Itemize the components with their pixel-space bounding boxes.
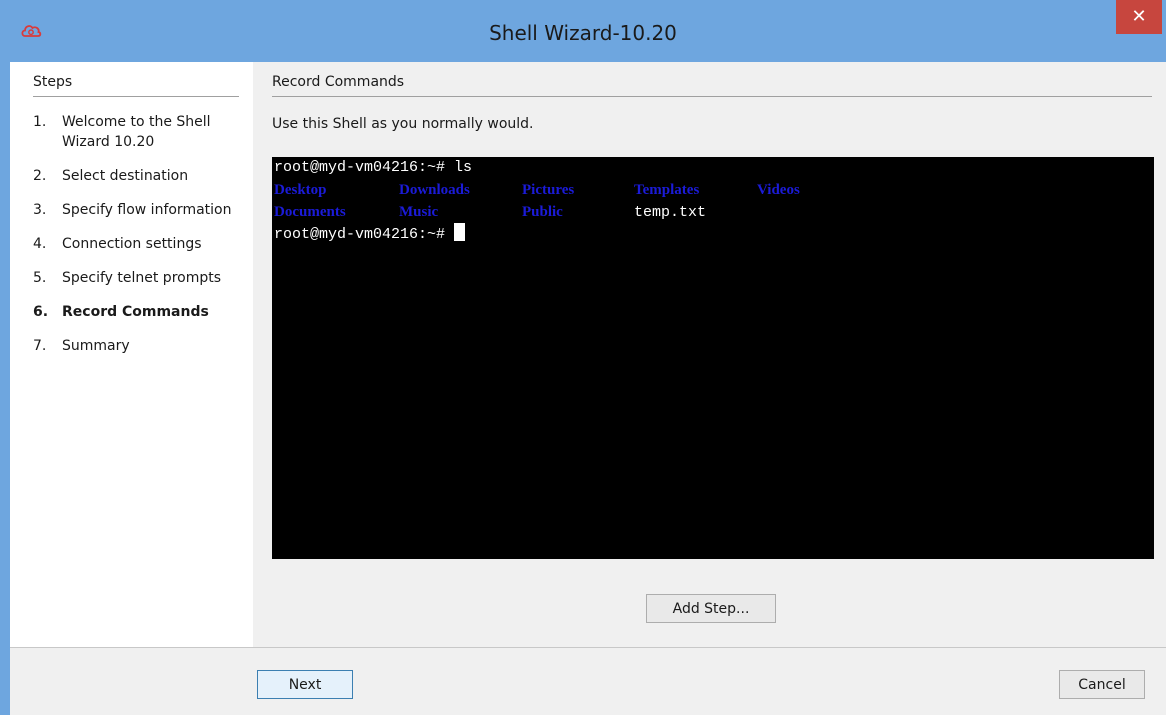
step-label: Record Commands bbox=[62, 304, 209, 320]
step-label: Select destination bbox=[62, 168, 189, 184]
close-button[interactable]: ✕ bbox=[1116, 0, 1162, 34]
shell-terminal[interactable]: root@myd-vm04216:~# ls Desktop Downloads P… bbox=[272, 157, 1154, 559]
steps-list: 1. Welcome to the Shell Wizard 10.20 2. … bbox=[33, 112, 253, 370]
step-number: 1. bbox=[33, 114, 47, 130]
wizard-window: Shell Wizard-10.20 ✕ Steps 1. Welcome to… bbox=[0, 0, 1166, 715]
instruction-text: Use this Shell as you normally would. bbox=[272, 116, 534, 132]
terminal-cursor bbox=[454, 223, 466, 241]
terminal-output-row: Desktop Downloads Pictures Templates Videos bbox=[274, 179, 1152, 201]
wizard-footer: Next Cancel bbox=[10, 647, 1166, 715]
next-button[interactable]: Next bbox=[257, 670, 353, 699]
step-number: 3. bbox=[33, 202, 47, 218]
step-item-select-destination: 2. Select destination bbox=[33, 166, 253, 186]
dir-entry: Videos bbox=[757, 182, 800, 198]
step-number: 6. bbox=[33, 304, 49, 320]
dir-entry: Documents bbox=[274, 204, 346, 220]
step-item-welcome: 1. Welcome to the Shell Wizard 10.20 bbox=[33, 112, 253, 152]
dir-entry: Public bbox=[522, 204, 563, 220]
step-number: 5. bbox=[33, 270, 47, 286]
cancel-button[interactable]: Cancel bbox=[1059, 670, 1145, 699]
step-item-summary: 7. Summary bbox=[33, 336, 253, 356]
step-number: 7. bbox=[33, 338, 47, 354]
file-entry: temp.txt bbox=[634, 204, 707, 221]
dir-entry: Pictures bbox=[522, 182, 575, 198]
steps-header: Steps bbox=[33, 74, 239, 97]
main-panel: Record Commands Use this Shell as you no… bbox=[253, 62, 1166, 647]
window-title: Shell Wizard-10.20 bbox=[489, 21, 677, 45]
close-icon: ✕ bbox=[1131, 6, 1147, 27]
step-label: Welcome to the Shell Wizard 10.20 bbox=[62, 114, 211, 150]
step-item-telnet-prompts: 5. Specify telnet prompts bbox=[33, 268, 253, 288]
dir-entry: Music bbox=[399, 204, 439, 220]
section-title: Record Commands bbox=[272, 74, 1152, 97]
terminal-command-line: root@myd-vm04216:~# ls bbox=[274, 159, 473, 176]
step-item-connection-settings: 4. Connection settings bbox=[33, 234, 253, 254]
step-item-record-commands: 6. Record Commands bbox=[33, 302, 253, 322]
wizard-client-area: Steps 1. Welcome to the Shell Wizard 10.… bbox=[10, 62, 1166, 715]
dir-entry: Downloads bbox=[399, 182, 470, 198]
step-label: Specify flow information bbox=[62, 202, 232, 218]
terminal-output-row: Documents Music Public temp.txt bbox=[274, 201, 1152, 223]
dir-entry: Templates bbox=[634, 182, 700, 198]
step-number: 4. bbox=[33, 236, 47, 252]
step-number: 2. bbox=[33, 168, 47, 184]
step-label: Connection settings bbox=[62, 236, 202, 252]
add-step-button[interactable]: Add Step... bbox=[646, 594, 776, 623]
terminal-prompt-line: root@myd-vm04216:~# bbox=[274, 223, 1152, 245]
step-label: Summary bbox=[62, 338, 130, 354]
terminal-prompt: root@myd-vm04216:~# bbox=[274, 226, 455, 243]
title-bar[interactable]: Shell Wizard-10.20 ✕ bbox=[0, 0, 1166, 62]
dir-entry: Desktop bbox=[274, 182, 327, 198]
step-item-flow-information: 3. Specify flow information bbox=[33, 200, 253, 220]
step-label: Specify telnet prompts bbox=[62, 270, 222, 286]
steps-panel: Steps 1. Welcome to the Shell Wizard 10.… bbox=[10, 62, 253, 647]
